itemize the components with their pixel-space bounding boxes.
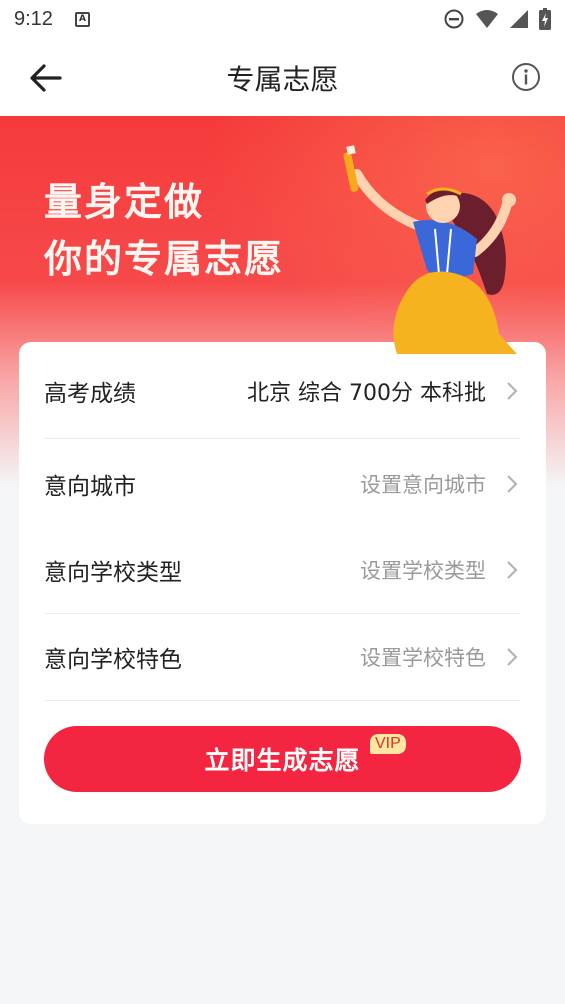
status-time: 9:12	[14, 7, 53, 30]
divider	[44, 438, 520, 439]
row-gaokao-score[interactable]: 高考成绩 北京 综合 700分 本科批	[44, 360, 520, 422]
back-button[interactable]	[26, 58, 66, 98]
school-feature-value: 设置学校特色	[360, 646, 486, 670]
signal-icon	[510, 10, 528, 28]
wifi-icon	[476, 10, 498, 28]
banner-line-2: 你的专属志愿	[44, 237, 285, 281]
info-icon	[512, 63, 540, 91]
top-nav: 专属志愿	[0, 38, 565, 116]
a-icon: A	[74, 11, 90, 27]
school-type-value: 设置学校类型	[360, 559, 486, 583]
gaokao-score-value: 北京 综合 700分 本科批	[247, 381, 486, 406]
divider	[44, 700, 520, 701]
battery-icon	[539, 8, 551, 30]
chevron-right-icon	[507, 475, 518, 493]
do-not-disturb-icon	[444, 9, 464, 29]
status-bar: 9:12 A	[0, 0, 565, 38]
row-label: 意向学校特色	[44, 647, 182, 673]
girl-with-pencil-illustration	[343, 145, 517, 354]
banner-slogan: 量身定做 你的专属志愿	[44, 174, 284, 288]
row-label: 高考成绩	[44, 381, 136, 407]
generate-plan-button[interactable]: 立即生成志愿 VIP	[44, 726, 521, 792]
vip-badge: VIP	[370, 734, 406, 754]
info-button[interactable]	[511, 62, 541, 92]
target-city-value: 设置意向城市	[360, 473, 486, 497]
chevron-right-icon	[507, 561, 518, 579]
divider	[44, 613, 520, 614]
row-label: 意向学校类型	[44, 560, 182, 586]
back-arrow-icon	[30, 64, 62, 92]
row-target-city[interactable]: 意向城市 设置意向城市	[44, 453, 520, 515]
status-icons	[443, 8, 551, 30]
preference-form-card: 高考成绩 北京 综合 700分 本科批 意向城市 设置意向城市 意向学校类型 设…	[19, 342, 546, 824]
row-school-feature[interactable]: 意向学校特色 设置学校特色	[44, 626, 520, 688]
row-label: 意向城市	[44, 474, 136, 500]
chevron-right-icon	[507, 382, 518, 400]
row-school-type[interactable]: 意向学校类型 设置学校类型	[44, 539, 520, 601]
page-title: 专属志愿	[226, 63, 339, 96]
banner-line-1: 量身定做	[44, 180, 205, 224]
generate-plan-label: 立即生成志愿	[204, 747, 361, 775]
chevron-right-icon	[507, 648, 518, 666]
